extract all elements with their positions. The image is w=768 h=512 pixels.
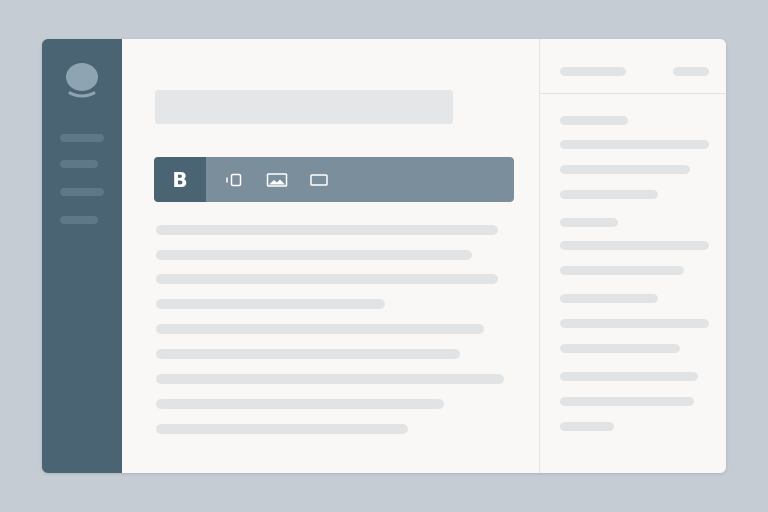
sidebar-item-4[interactable] bbox=[60, 216, 98, 224]
embed-icon bbox=[226, 173, 242, 186]
text-line bbox=[156, 374, 504, 384]
text-line bbox=[156, 225, 498, 235]
right-panel-action[interactable] bbox=[673, 67, 709, 76]
list-item[interactable] bbox=[560, 140, 709, 149]
text-line bbox=[156, 299, 385, 309]
formatting-toolbar: B bbox=[154, 157, 514, 202]
text-line bbox=[156, 349, 460, 359]
list-item[interactable] bbox=[560, 266, 684, 275]
image-button[interactable] bbox=[262, 157, 292, 202]
list-heading bbox=[560, 218, 618, 227]
list-heading bbox=[560, 116, 628, 125]
title-input[interactable] bbox=[155, 90, 453, 124]
list-heading bbox=[560, 372, 698, 381]
speech-bubble-logo-icon[interactable] bbox=[64, 61, 100, 101]
right-panel bbox=[539, 39, 726, 473]
list-heading bbox=[560, 294, 658, 303]
box-icon bbox=[310, 173, 328, 186]
list-item[interactable] bbox=[560, 165, 690, 174]
app-window: B bbox=[42, 39, 726, 473]
list-item[interactable] bbox=[560, 344, 680, 353]
list-item[interactable] bbox=[560, 319, 709, 328]
embed-button[interactable] bbox=[220, 157, 248, 202]
sidebar-item-3[interactable] bbox=[60, 188, 104, 196]
right-panel-title bbox=[560, 67, 626, 76]
image-icon bbox=[266, 172, 288, 187]
list-item[interactable] bbox=[560, 397, 694, 406]
bold-icon: B bbox=[172, 167, 188, 192]
bold-button[interactable]: B bbox=[154, 157, 206, 202]
text-line bbox=[156, 274, 498, 284]
list-item[interactable] bbox=[560, 422, 614, 431]
sidebar-item-1[interactable] bbox=[60, 134, 104, 142]
sidebar bbox=[42, 39, 122, 473]
text-line bbox=[156, 424, 408, 434]
box-button[interactable] bbox=[304, 157, 334, 202]
text-line bbox=[156, 399, 444, 409]
list-item[interactable] bbox=[560, 190, 658, 199]
sidebar-item-2[interactable] bbox=[60, 160, 98, 168]
text-line bbox=[156, 324, 484, 334]
list-item[interactable] bbox=[560, 241, 709, 250]
text-line bbox=[156, 250, 472, 260]
editor-area: B bbox=[122, 39, 539, 473]
right-panel-header bbox=[540, 39, 726, 94]
